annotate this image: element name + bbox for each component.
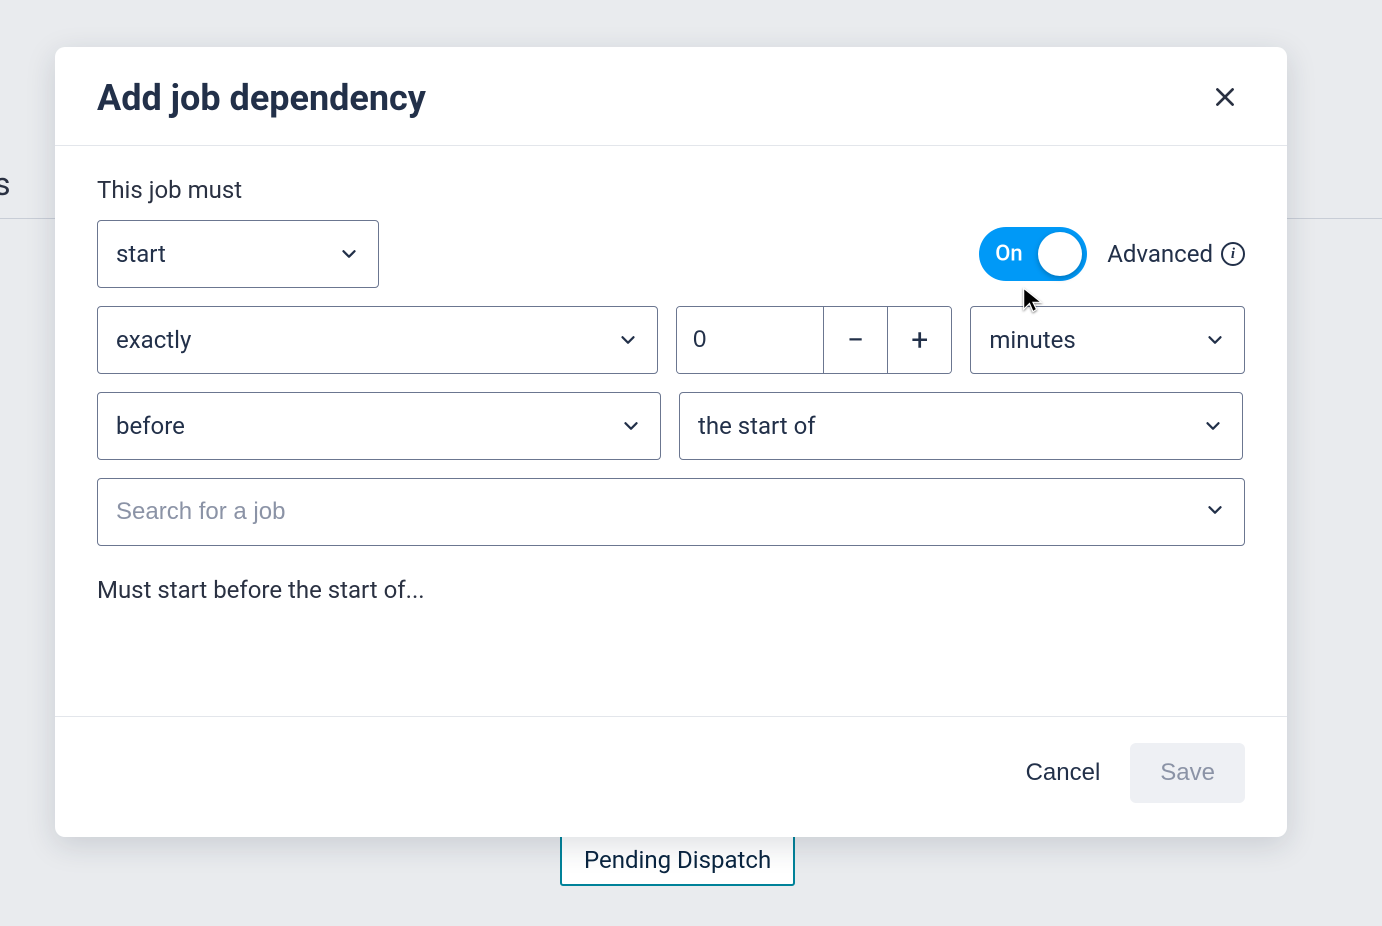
modal-footer: Cancel Save: [55, 716, 1287, 837]
toggle-state-label: On: [995, 242, 1022, 267]
advanced-label-text: Advanced: [1107, 240, 1213, 268]
cancel-button[interactable]: Cancel: [1016, 745, 1111, 801]
select-relation[interactable]: exactly: [97, 306, 658, 374]
advanced-toggle-group: On Advanced i: [979, 227, 1245, 281]
chevron-down-icon: [620, 415, 642, 437]
decrement-button[interactable]: −: [823, 307, 887, 373]
quantity-stepper: − +: [676, 306, 952, 374]
increment-button[interactable]: +: [887, 307, 951, 373]
modal-body: This job must start On Advanced i: [55, 146, 1287, 716]
add-job-dependency-modal: Add job dependency This job must start O…: [55, 47, 1287, 837]
toggle-knob: [1038, 232, 1082, 276]
dependency-summary-text: Must start before the start of...: [97, 576, 1245, 604]
field-label-this-job-must: This job must: [97, 176, 1245, 204]
chevron-down-icon: [1204, 329, 1226, 351]
select-anchor-value: the start of: [698, 412, 816, 440]
select-action-value: start: [116, 240, 166, 268]
modal-title: Add job dependency: [97, 77, 426, 119]
advanced-label: Advanced i: [1107, 240, 1245, 268]
select-anchor[interactable]: the start of: [679, 392, 1243, 460]
close-icon: [1212, 84, 1238, 113]
advanced-toggle[interactable]: On: [979, 227, 1087, 281]
select-direction-value: before: [116, 412, 185, 440]
modal-header: Add job dependency: [55, 47, 1287, 146]
info-icon[interactable]: i: [1221, 242, 1245, 266]
chevron-down-icon: [617, 329, 639, 351]
job-search-input[interactable]: [116, 498, 1204, 526]
job-search-combobox[interactable]: [97, 478, 1245, 546]
quantity-input[interactable]: [677, 307, 823, 373]
save-button: Save: [1130, 743, 1245, 803]
select-unit-value: minutes: [989, 326, 1075, 354]
select-action[interactable]: start: [97, 220, 379, 288]
chevron-down-icon: [1204, 499, 1226, 525]
close-button[interactable]: [1205, 78, 1245, 118]
background-partial-text: s: [0, 165, 11, 203]
chevron-down-icon: [1202, 415, 1224, 437]
select-unit[interactable]: minutes: [970, 306, 1245, 374]
chevron-down-icon: [338, 243, 360, 265]
select-relation-value: exactly: [116, 326, 191, 354]
status-badge-pending-dispatch: Pending Dispatch: [560, 834, 795, 886]
select-direction[interactable]: before: [97, 392, 661, 460]
